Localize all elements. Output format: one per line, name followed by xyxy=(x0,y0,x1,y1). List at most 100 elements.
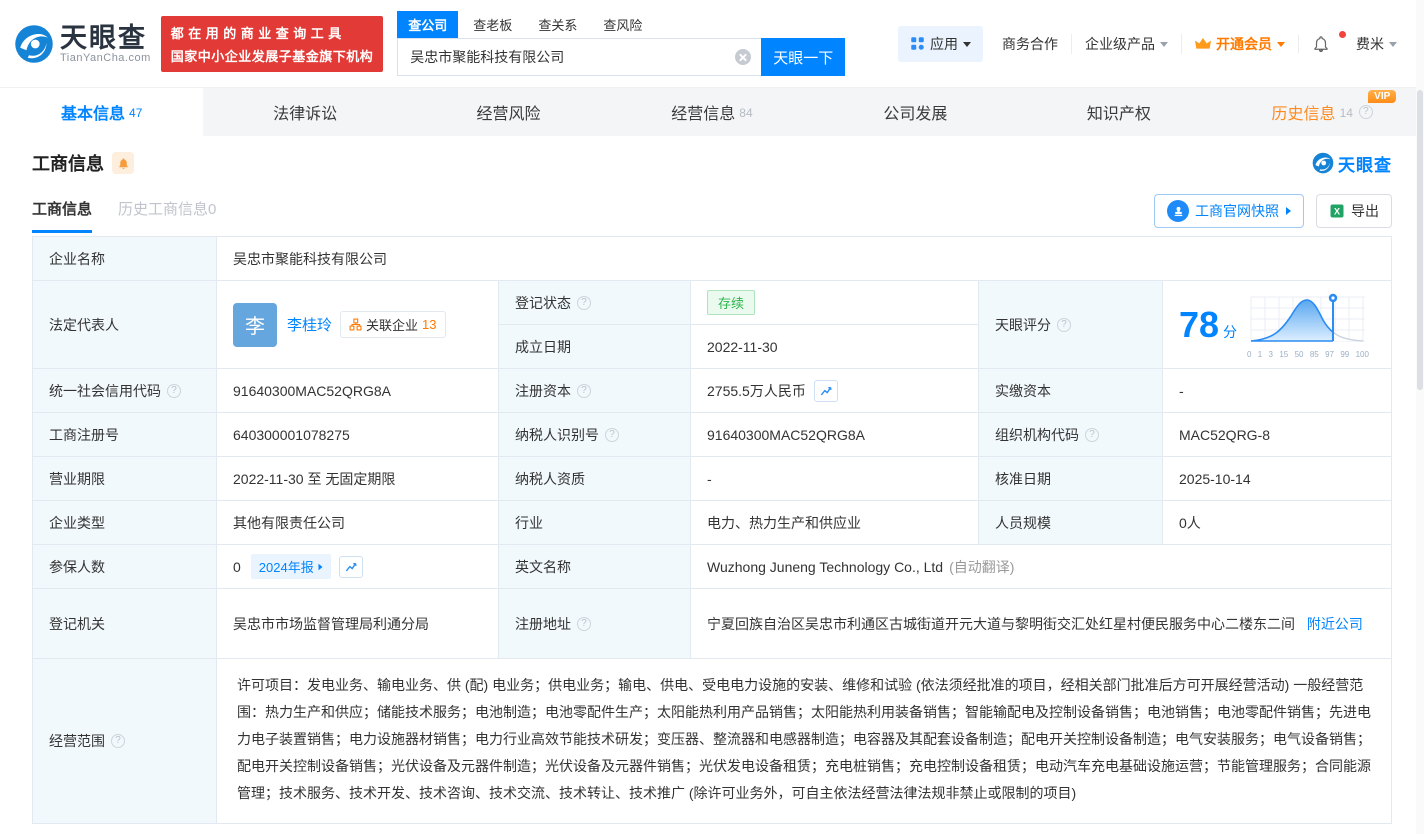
taxpayer-quality-label: 纳税人资质 xyxy=(499,457,691,501)
tab-company-development[interactable]: 公司发展 xyxy=(814,88,1017,136)
taxpayer-quality-value: - xyxy=(691,457,979,501)
english-name-label: 英文名称 xyxy=(499,545,691,589)
tab-basic-info[interactable]: 基本信息 47 xyxy=(0,88,204,136)
org-code-value: MAC52QRG-8 xyxy=(1163,413,1391,457)
apps-grid-icon xyxy=(911,37,924,50)
official-snapshot-button[interactable]: 工商官网快照 xyxy=(1154,194,1304,228)
export-button[interactable]: X 导出 xyxy=(1316,194,1392,228)
business-scope-label: 经营范围 xyxy=(49,733,105,749)
avatar[interactable]: 李 xyxy=(233,302,277,347)
reg-status-label: 登记状态 xyxy=(515,294,571,311)
score-distribution-chart[interactable]: 0 1 3 15 50 85 97 99 100 xyxy=(1247,291,1369,359)
est-date-value: 2022-11-30 xyxy=(691,325,979,369)
arrow-right-icon xyxy=(318,563,323,570)
help-icon[interactable] xyxy=(1358,105,1373,119)
search-tabs: 查公司 查老板 查关系 查风险 xyxy=(397,11,845,38)
taxpayer-id-label: 纳税人识别号 xyxy=(515,426,599,443)
org-code-label: 组织机构代码 xyxy=(995,426,1079,443)
tab-count: 47 xyxy=(129,106,143,120)
help-icon[interactable] xyxy=(111,734,125,748)
bell-icon xyxy=(118,157,128,169)
insured-trend-icon[interactable] xyxy=(338,555,363,578)
tab-legal[interactable]: 法律诉讼 xyxy=(203,88,406,136)
tab-label: 知识产权 xyxy=(1086,106,1151,123)
tab-business-info[interactable]: 经营信息 84 xyxy=(610,88,813,136)
nav-apps[interactable]: 应用 xyxy=(898,25,983,62)
search-tab-risk[interactable]: 查风险 xyxy=(592,11,653,38)
promo-line1: 都在用的商业查询工具 xyxy=(170,25,346,41)
tab-label: 历史信息 xyxy=(1271,106,1336,123)
table-row: 工商注册号 640300001078275 纳税人识别号 91640300MAC… xyxy=(33,413,1391,457)
nav-cooperation-label: 商务合作 xyxy=(1002,35,1058,52)
search-tab-boss[interactable]: 查老板 xyxy=(462,11,523,38)
tab-label: 基本信息 xyxy=(61,106,126,123)
help-icon[interactable] xyxy=(605,427,619,442)
reg-authority-label: 登记机关 xyxy=(33,589,217,659)
reg-capital-label-cell: 注册资本 xyxy=(499,369,691,413)
subtab-history-business-info[interactable]: 历史工商信息0 xyxy=(118,198,216,233)
business-term-label: 营业期限 xyxy=(33,457,217,501)
help-icon[interactable] xyxy=(577,295,591,310)
score-unit: 分 xyxy=(1222,323,1237,340)
help-icon[interactable] xyxy=(577,616,591,631)
company-type-value: 其他有限责任公司 xyxy=(217,501,499,545)
subscribe-bell-button[interactable] xyxy=(112,152,134,174)
search-button[interactable]: 天眼一下 xyxy=(761,38,846,76)
reg-capital-cell: 2755.5万人民币 xyxy=(691,369,979,413)
chevron-down-icon xyxy=(1389,42,1397,47)
help-icon[interactable] xyxy=(1057,317,1071,332)
search-input[interactable] xyxy=(397,38,762,76)
chevron-down-icon xyxy=(1277,42,1285,47)
brand-watermark: 天眼查 xyxy=(1312,151,1392,176)
nearby-companies-link[interactable]: 附近公司 xyxy=(1307,616,1363,632)
company-tabbar: 基本信息 47 法律诉讼 经营风险 经营信息 84 公司发展 知识产权 VIP … xyxy=(0,88,1424,136)
help-icon[interactable] xyxy=(1085,427,1099,442)
capital-trend-icon[interactable] xyxy=(813,379,838,402)
promo-banner: 都在用的商业查询工具 国家中小企业发展子基金旗下机构 xyxy=(160,15,384,72)
uscc-label-cell: 统一社会信用代码 xyxy=(33,369,217,413)
paid-capital-label: 实缴资本 xyxy=(979,369,1163,413)
reg-authority-value: 吴忠市市场监督管理局利通分局 xyxy=(217,589,499,659)
arrow-right-icon xyxy=(1286,207,1291,215)
industry-value: 电力、热力生产和供应业 xyxy=(691,501,979,545)
search-tab-company[interactable]: 查公司 xyxy=(397,11,459,38)
nav-cooperation[interactable]: 商务合作 xyxy=(989,34,1071,54)
annual-report-badge[interactable]: 2024年报 xyxy=(250,554,331,579)
staff-size-label: 人员规模 xyxy=(979,501,1163,545)
uscc-label: 统一社会信用代码 xyxy=(49,382,161,399)
scrollbar-thumb[interactable] xyxy=(1417,90,1423,390)
tab-intellectual-property[interactable]: 知识产权 xyxy=(1017,88,1220,136)
chevron-down-icon xyxy=(963,42,971,47)
nav-enterprise-label: 企业级产品 xyxy=(1085,35,1155,52)
subtab-business-info[interactable]: 工商信息 xyxy=(32,198,93,233)
related-count: 13 xyxy=(422,317,437,332)
search-area: 查公司 查老板 查关系 查风险 天眼一下 xyxy=(397,11,846,76)
score-axis: 0 1 3 15 50 85 97 99 100 xyxy=(1246,349,1369,359)
reg-address-label: 注册地址 xyxy=(515,615,571,632)
score-value: 78 xyxy=(1179,303,1220,345)
business-info-table: 企业名称 吴忠市聚能科技有限公司 法定代表人 李 李桂玲 关联企业 13 登记状… xyxy=(32,236,1392,824)
tianyancha-logo[interactable]: 天眼查 TianYanCha.com xyxy=(14,24,151,64)
search-tab-relation[interactable]: 查关系 xyxy=(527,11,588,38)
tab-count: 84 xyxy=(739,106,753,120)
help-icon[interactable] xyxy=(577,383,591,398)
brand-name: 天眼查 xyxy=(1338,155,1392,175)
logo-title: 天眼查 xyxy=(60,22,147,53)
nav-user-label: 费米 xyxy=(1356,35,1384,52)
scrollbar[interactable] xyxy=(1416,0,1424,834)
score-cell: 78 分 0 1 3 15 50 85 97 99 100 xyxy=(1163,281,1391,369)
nav-enterprise[interactable]: 企业级产品 xyxy=(1071,33,1181,54)
nav-open-vip[interactable]: 开通会员 xyxy=(1181,33,1298,54)
reg-address-cell: 宁夏回族自治区吴忠市利通区古城街道开元大道与黎明街交汇处红星村便民服务中心二楼东… xyxy=(691,589,1391,659)
reg-capital-label: 注册资本 xyxy=(515,382,571,399)
tab-operating-risk[interactable]: 经营风险 xyxy=(407,88,610,136)
nav-user[interactable]: 费米 xyxy=(1343,34,1410,54)
help-icon[interactable] xyxy=(167,383,181,398)
notifications-bell[interactable] xyxy=(1298,30,1346,53)
tab-history-info[interactable]: VIP 历史信息 14 xyxy=(1221,88,1424,136)
legal-rep-link[interactable]: 李桂玲 xyxy=(287,314,332,335)
related-companies-badge[interactable]: 关联企业 13 xyxy=(340,311,446,338)
reg-no-value: 640300001078275 xyxy=(217,413,499,457)
insured-label: 参保人数 xyxy=(33,545,217,589)
export-label: 导出 xyxy=(1351,203,1379,219)
